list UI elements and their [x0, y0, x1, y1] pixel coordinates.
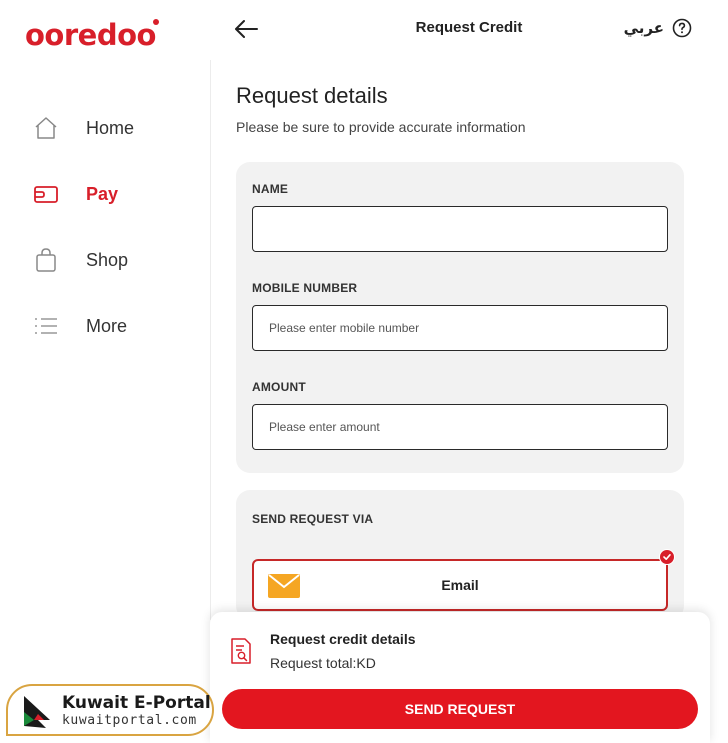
name-label: NAME [252, 182, 289, 196]
sidebar-item-shop[interactable]: Shop [32, 244, 128, 276]
mobile-number-label: MOBILE NUMBER [252, 281, 358, 295]
send-via-card: SEND REQUEST VIA Email [236, 490, 684, 620]
amount-input[interactable] [252, 404, 668, 450]
mobile-number-input[interactable] [252, 305, 668, 351]
sidebar-divider [210, 60, 211, 620]
request-summary-sheet: Request credit details Request total:KD … [210, 612, 710, 743]
name-input[interactable] [252, 206, 668, 252]
sidebar-item-label: Pay [86, 183, 119, 204]
sidebar-item-label: More [86, 315, 128, 336]
sidebar-item-more[interactable]: More [32, 310, 127, 342]
watermark-url: kuwaitportal.com [62, 712, 197, 728]
summary-title: Request credit details [270, 631, 416, 647]
page-subtitle: Please be sure to provide accurate infor… [236, 119, 526, 135]
ooredoo-logo[interactable]: ooredoo [25, 18, 156, 52]
shopping-bag-icon [32, 246, 60, 274]
sidebar-item-pay[interactable]: Pay [32, 178, 118, 210]
email-option[interactable]: Email [252, 559, 668, 611]
wallet-icon [32, 180, 60, 208]
amount-label: AMOUNT [252, 380, 306, 394]
question-circle-icon[interactable] [672, 18, 692, 38]
logo-dot [153, 19, 159, 25]
sidebar-item-label: Home [86, 117, 135, 138]
watermark-title: Kuwait E-Portal [62, 692, 211, 713]
email-option-label: Email [441, 577, 479, 593]
sidebar-item-home[interactable]: Home [32, 112, 134, 144]
sidebar: Home Pay Shop More [0, 60, 210, 743]
send-request-button[interactable]: SEND REQUEST [222, 689, 698, 729]
home-icon [32, 114, 60, 142]
header: Request Credit عربي [210, 0, 728, 60]
send-via-label: SEND REQUEST VIA [252, 512, 374, 526]
sidebar-item-label: Shop [86, 249, 129, 270]
kuwait-eportal-watermark: Kuwait E-Portal kuwaitportal.com [6, 684, 214, 736]
language-toggle[interactable]: عربي [624, 19, 664, 37]
kuwait-eportal-logo-icon [24, 696, 50, 728]
check-icon [659, 549, 675, 565]
summary-total: Request total:KD [270, 655, 376, 671]
page-title: Request details [236, 83, 388, 108]
list-icon [32, 312, 60, 340]
document-search-icon [230, 637, 252, 670]
request-form-card: NAME MOBILE NUMBER AMOUNT [236, 162, 684, 473]
